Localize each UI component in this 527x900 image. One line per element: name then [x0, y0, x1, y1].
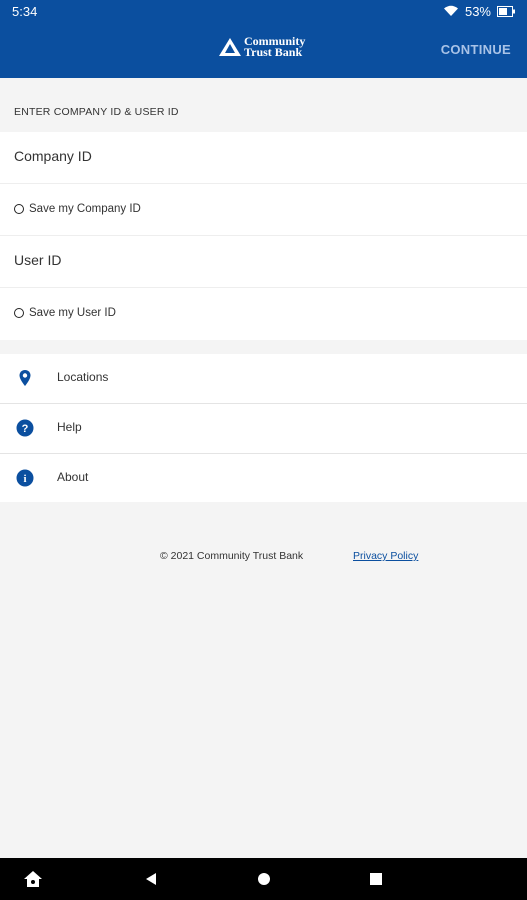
menu-item-locations[interactable]: Locations [0, 354, 527, 404]
menu-item-help[interactable]: ? Help [0, 404, 527, 454]
menu-label-locations: Locations [57, 370, 109, 384]
home-assistant-icon[interactable] [23, 870, 43, 888]
wifi-icon [443, 5, 458, 16]
privacy-policy-link[interactable]: Privacy Policy [353, 550, 418, 562]
status-bar: 5:34 53% [0, 0, 527, 22]
company-id-placeholder: Company ID [14, 148, 92, 164]
save-user-label: Save my User ID [29, 307, 116, 319]
save-user-radio[interactable] [14, 308, 24, 318]
logo-mark-icon [219, 38, 241, 56]
info-icon: i [16, 469, 34, 487]
menu-item-about[interactable]: i About [0, 454, 527, 504]
app-bar: Community Trust Bank CONTINUE [0, 22, 527, 78]
recents-icon[interactable] [369, 872, 383, 886]
help-icon: ? [16, 419, 34, 437]
save-user-id-option[interactable]: Save my User ID [0, 288, 527, 340]
menu-label-about: About [57, 470, 89, 484]
copyright-text: © 2021 Community Trust Bank [160, 550, 304, 562]
system-nav-bar [0, 858, 527, 900]
status-indicators: 53% [443, 4, 515, 19]
battery-percent: 53% [464, 3, 491, 19]
svg-text:i: i [23, 473, 26, 485]
save-company-label: Save my Company ID [29, 203, 141, 215]
save-company-radio[interactable] [14, 204, 24, 214]
save-company-id-option[interactable]: Save my Company ID [0, 184, 527, 236]
bank-logo: Community Trust Bank [218, 35, 305, 59]
location-pin-icon [19, 370, 31, 386]
home-icon[interactable] [257, 872, 271, 886]
menu-list: Locations ? Help i About [0, 354, 527, 502]
user-id-field[interactable]: User ID [0, 236, 527, 288]
form-section-label: ENTER COMPANY ID & USER ID [14, 106, 179, 118]
logo-line2: Trust Bank [244, 45, 303, 59]
user-id-placeholder: User ID [14, 252, 62, 268]
company-id-field[interactable]: Company ID [0, 132, 527, 184]
menu-label-help: Help [57, 420, 82, 434]
svg-text:?: ? [22, 423, 29, 435]
continue-button[interactable]: CONTINUE [441, 42, 511, 57]
login-form: Company ID Save my Company ID User ID Sa… [0, 132, 527, 340]
back-icon[interactable] [144, 872, 158, 886]
logo-text: Community Trust Bank [244, 35, 305, 59]
status-time: 5:34 [12, 3, 38, 19]
battery-icon [497, 5, 515, 17]
